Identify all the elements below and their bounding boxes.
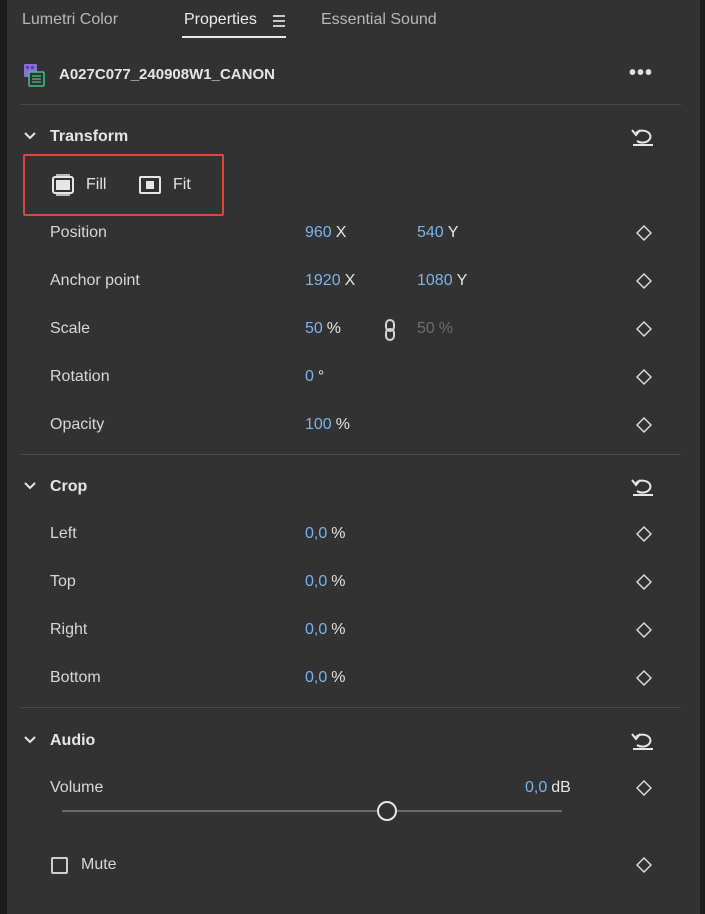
scale-label: Scale bbox=[50, 320, 91, 337]
more-options-icon[interactable]: ••• bbox=[629, 62, 653, 85]
scale-unit: % bbox=[326, 320, 342, 337]
section-title-transform: Transform bbox=[50, 128, 129, 145]
keyframe-diamond-icon[interactable] bbox=[636, 273, 652, 289]
position-x-value[interactable]: 960 bbox=[305, 224, 332, 241]
panel-tabs: Lumetri Color Properties Essential Sound bbox=[7, 0, 700, 40]
fill-fit-highlight: Fill Fit bbox=[23, 154, 224, 216]
clip-name: A027C077_240908W1_CANON bbox=[59, 66, 275, 83]
crop-top-value[interactable]: 0,0 bbox=[305, 573, 327, 590]
reset-icon[interactable] bbox=[630, 476, 656, 498]
anchor-point-label: Anchor point bbox=[50, 272, 140, 289]
keyframe-diamond-icon[interactable] bbox=[636, 526, 652, 542]
rotation-row: Rotation 0 ° bbox=[7, 366, 700, 390]
position-y-unit: Y bbox=[447, 224, 459, 241]
tab-essential-sound[interactable]: Essential Sound bbox=[321, 11, 437, 29]
fit-frame-icon bbox=[139, 176, 161, 194]
fill-button[interactable]: Fill bbox=[51, 174, 106, 196]
chevron-down-icon[interactable] bbox=[23, 479, 37, 493]
crop-left-label: Left bbox=[50, 525, 77, 542]
rotation-unit: ° bbox=[317, 368, 325, 385]
opacity-value[interactable]: 100 bbox=[305, 416, 332, 433]
anchor-x-unit: X bbox=[344, 272, 356, 289]
position-row: Position 960 X 540 Y bbox=[7, 222, 700, 246]
fill-frame-icon bbox=[52, 174, 74, 196]
anchor-y-unit: Y bbox=[456, 272, 468, 289]
position-label: Position bbox=[50, 224, 107, 241]
panel-menu-icon[interactable] bbox=[273, 15, 285, 30]
anchor-x-value[interactable]: 1920 bbox=[305, 272, 341, 289]
rotation-value[interactable]: 0 bbox=[305, 368, 314, 385]
crop-top-unit: % bbox=[331, 573, 346, 590]
clip-sequence-icon bbox=[24, 64, 45, 87]
opacity-row: Opacity 100% bbox=[7, 414, 700, 438]
volume-row: Volume 0,0 dB bbox=[7, 777, 700, 801]
crop-section-header[interactable]: Crop bbox=[21, 476, 681, 502]
fit-button[interactable]: Fit bbox=[138, 174, 191, 196]
position-y-value[interactable]: 540 bbox=[417, 224, 444, 241]
keyframe-diamond-icon[interactable] bbox=[636, 574, 652, 590]
section-title-audio: Audio bbox=[50, 732, 96, 749]
opacity-unit: % bbox=[335, 416, 350, 433]
keyframe-diamond-icon[interactable] bbox=[636, 369, 652, 385]
crop-left-value[interactable]: 0,0 bbox=[305, 525, 327, 542]
volume-slider-thumb[interactable] bbox=[377, 801, 397, 821]
scale-height-value: 50 bbox=[417, 320, 435, 337]
keyframe-diamond-icon[interactable] bbox=[636, 321, 652, 337]
crop-right-label: Right bbox=[50, 621, 88, 638]
crop-bottom-row: Bottom 0,0% bbox=[7, 667, 700, 691]
tab-properties[interactable]: Properties bbox=[184, 11, 257, 29]
volume-unit: dB bbox=[551, 779, 571, 796]
keyframe-diamond-icon[interactable] bbox=[636, 670, 652, 686]
crop-right-unit: % bbox=[331, 621, 346, 638]
reset-icon[interactable] bbox=[630, 730, 656, 752]
scale-value[interactable]: 50 bbox=[305, 320, 323, 337]
crop-left-unit: % bbox=[331, 525, 346, 542]
audio-section-header[interactable]: Audio bbox=[21, 730, 681, 756]
volume-label: Volume bbox=[50, 779, 104, 796]
keyframe-diamond-icon[interactable] bbox=[636, 780, 652, 796]
chevron-down-icon[interactable] bbox=[23, 733, 37, 747]
rotation-label: Rotation bbox=[50, 368, 110, 385]
keyframe-diamond-icon[interactable] bbox=[636, 622, 652, 638]
crop-bottom-unit: % bbox=[331, 669, 346, 686]
anchor-point-row: Anchor point 1920 X 1080 Y bbox=[7, 270, 700, 294]
mute-label: Mute bbox=[81, 856, 117, 873]
reset-icon[interactable] bbox=[630, 126, 656, 148]
crop-bottom-value[interactable]: 0,0 bbox=[305, 669, 327, 686]
transform-section-header[interactable]: Transform bbox=[21, 126, 681, 152]
anchor-y-value[interactable]: 1080 bbox=[417, 272, 453, 289]
properties-panel: Lumetri Color Properties Essential Sound… bbox=[6, 0, 701, 914]
opacity-label: Opacity bbox=[50, 416, 105, 433]
fit-label: Fit bbox=[173, 176, 191, 193]
keyframe-diamond-icon[interactable] bbox=[636, 857, 652, 873]
position-x-unit: X bbox=[335, 224, 347, 241]
crop-left-row: Left 0,0% bbox=[7, 523, 700, 547]
crop-right-value[interactable]: 0,0 bbox=[305, 621, 327, 638]
crop-top-label: Top bbox=[50, 573, 76, 590]
tab-lumetri-color[interactable]: Lumetri Color bbox=[22, 11, 118, 29]
divider bbox=[21, 104, 681, 105]
crop-top-row: Top 0,0% bbox=[7, 571, 700, 595]
crop-right-row: Right 0,0% bbox=[7, 619, 700, 643]
volume-value[interactable]: 0,0 bbox=[525, 779, 547, 796]
mute-row: Mute bbox=[7, 854, 700, 878]
keyframe-diamond-icon[interactable] bbox=[636, 225, 652, 241]
keyframe-diamond-icon[interactable] bbox=[636, 417, 652, 433]
scale-row: Scale 50% 50% bbox=[7, 318, 700, 342]
section-title-crop: Crop bbox=[50, 478, 88, 495]
scale-height-unit: % bbox=[438, 320, 454, 337]
chevron-down-icon[interactable] bbox=[23, 129, 37, 143]
uniform-scale-link-icon[interactable] bbox=[383, 319, 397, 341]
fill-label: Fill bbox=[86, 176, 107, 193]
volume-slider-track[interactable] bbox=[62, 810, 562, 812]
active-tab-indicator bbox=[182, 36, 286, 38]
crop-bottom-label: Bottom bbox=[50, 669, 101, 686]
divider bbox=[21, 707, 681, 708]
divider bbox=[21, 454, 681, 455]
